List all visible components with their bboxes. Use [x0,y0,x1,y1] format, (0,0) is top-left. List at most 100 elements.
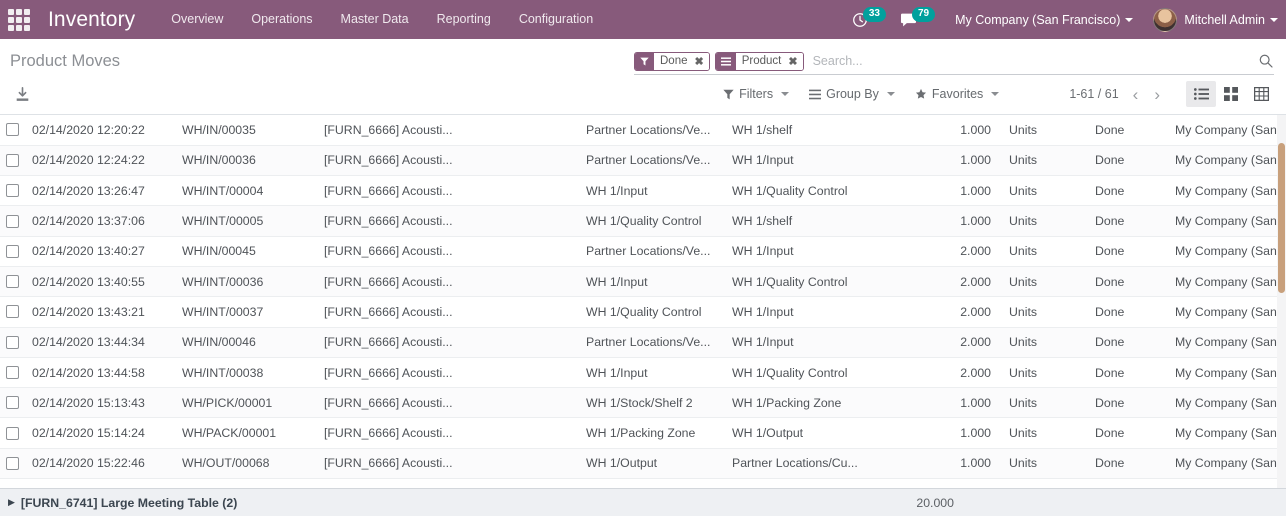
table-cell-reference: WH/OUT/00068 [176,448,318,480]
row-checkbox-cell[interactable] [0,357,28,389]
apps-menu-button[interactable] [0,0,38,39]
company-selector[interactable]: My Company (San Francisco) [941,13,1141,27]
table-row[interactable]: 02/14/2020 13:26:47 WH/INT/00004 [FURN_666… [0,175,1286,207]
app-brand-inventory[interactable]: Inventory [48,8,135,32]
table-row[interactable]: 02/14/2020 13:40:27 WH/IN/00045 [FURN_6666… [0,236,1286,267]
row-checkbox[interactable] [6,123,19,137]
table-cell-reference: WH/IN/00046 [176,327,318,358]
row-checkbox-cell[interactable] [0,115,28,146]
view-switcher [1186,81,1276,107]
remove-facet-done-icon[interactable]: ✖ [691,52,709,70]
group-row-large-meeting-table[interactable]: ▶ [FURN_6741] Large Meeting Table (2) 20… [0,488,1286,516]
row-checkbox[interactable] [6,244,19,258]
user-menu[interactable]: Mitchell Admin [1184,13,1278,27]
table-cell-company: My Company (San ... [1169,387,1286,419]
pivot-view-icon [1253,87,1269,101]
chevron-down-icon [1270,18,1278,23]
control-panel-top: Product Moves Done ✖ Product ✖ [0,39,1286,75]
row-checkbox[interactable] [6,366,19,380]
row-checkbox-cell[interactable] [0,266,28,298]
row-checkbox-cell[interactable] [0,417,28,449]
product-moves-table: 02/14/2020 12:20:22 WH/IN/00035 [FURN_6666… [0,115,1286,480]
avatar[interactable] [1153,7,1178,32]
row-checkbox[interactable] [6,335,19,349]
table-row[interactable]: 02/14/2020 13:44:34 WH/IN/00046 [FURN_6666… [0,327,1286,358]
pager-next-button[interactable]: › [1146,86,1168,103]
remove-facet-product-icon[interactable]: ✖ [785,52,803,70]
view-switch-pivot[interactable] [1246,81,1276,107]
table-cell-date: 02/14/2020 13:44:58 [28,357,176,389]
table-cell-product: [FURN_6666] Acousti... [318,296,580,328]
row-checkbox[interactable] [6,184,19,198]
row-checkbox-cell[interactable] [0,175,28,207]
table-row[interactable]: 02/14/2020 15:13:43 WH/PICK/00001 [FURN_66… [0,387,1286,419]
row-checkbox-cell[interactable] [0,448,28,480]
row-checkbox-cell[interactable] [0,145,28,177]
row-checkbox-cell[interactable] [0,296,28,328]
search-input[interactable] [808,54,1248,68]
group-by-icon [809,89,822,99]
table-row[interactable]: 02/14/2020 15:14:24 WH/PACK/00001 [FURN_66… [0,417,1286,449]
table-row[interactable]: 02/14/2020 15:22:46 WH/OUT/00068 [FURN_666… [0,448,1286,480]
download-icon[interactable] [10,84,35,105]
search-facet-done[interactable]: Done ✖ [634,51,710,71]
table-cell-to-location: WH 1/shelf [726,115,911,146]
table-cell-product: [FURN_6666] Acousti... [318,115,580,146]
breadcrumb[interactable]: Product Moves [10,51,120,71]
table-cell-quantity: 1.000 [911,205,1003,237]
table-row[interactable]: 02/14/2020 12:20:22 WH/IN/00035 [FURN_6666… [0,115,1286,146]
table-cell-uom: Units [1003,205,1089,237]
groupby-dropdown[interactable]: Group By [799,85,905,103]
row-checkbox[interactable] [6,214,19,228]
table-body: 02/14/2020 12:20:22 WH/IN/00035 [FURN_6666… [0,115,1286,480]
expand-group-caret-icon[interactable]: ▶ [6,498,21,507]
row-checkbox-cell[interactable] [0,205,28,237]
favorites-dropdown[interactable]: Favorites [905,85,1009,103]
table-cell-uom: Units [1003,175,1089,207]
row-checkbox-cell[interactable] [0,236,28,267]
table-row[interactable]: 02/14/2020 12:24:22 WH/IN/00036 [FURN_6666… [0,145,1286,177]
row-checkbox[interactable] [6,275,19,289]
row-checkbox[interactable] [6,426,19,440]
menu-item-master-data[interactable]: Master Data [327,0,423,39]
menu-item-configuration[interactable]: Configuration [505,0,607,39]
row-checkbox[interactable] [6,153,19,167]
pager-previous-button[interactable]: ‹ [1125,86,1147,103]
table-cell-quantity: 1.000 [911,145,1003,177]
activities-button[interactable]: 33 [844,0,892,39]
vertical-scrollbar[interactable] [1277,115,1286,488]
row-checkbox[interactable] [6,456,19,470]
table-cell-company: My Company (San ... [1169,145,1286,177]
row-checkbox-cell[interactable] [0,387,28,419]
table-cell-from-location: WH 1/Packing Zone [580,417,726,449]
table-row[interactable]: 02/14/2020 13:43:21 WH/INT/00037 [FURN_666… [0,296,1286,328]
filters-dropdown[interactable]: Filters [713,85,799,103]
row-checkbox[interactable] [6,305,19,319]
table-cell-product: [FURN_6666] Acousti... [318,145,580,177]
table-row[interactable]: 02/14/2020 13:37:06 WH/INT/00005 [FURN_666… [0,205,1286,237]
pager-and-views: 1-61 / 61 ‹ › [1069,81,1276,107]
messages-button[interactable]: 79 [892,0,941,39]
table-row[interactable]: 02/14/2020 13:44:58 WH/INT/00038 [FURN_666… [0,357,1286,389]
search-facet-product[interactable]: Product ✖ [714,51,804,71]
table-row[interactable]: 02/14/2020 13:40:55 WH/INT/00036 [FURN_666… [0,266,1286,298]
table-cell-product: [FURN_6666] Acousti... [318,266,580,298]
menu-item-overview[interactable]: Overview [157,0,237,39]
menu-item-reporting[interactable]: Reporting [423,0,505,39]
favorites-label: Favorites [931,87,984,101]
table-cell-date: 02/14/2020 13:37:06 [28,205,176,237]
search-icon[interactable] [1248,53,1274,69]
table-cell-quantity: 2.000 [911,327,1003,358]
view-switch-list[interactable] [1186,81,1216,107]
product-moves-table-container: 02/14/2020 12:20:22 WH/IN/00035 [FURN_6666… [0,115,1286,488]
table-cell-to-location: WH 1/Input [726,145,911,177]
row-checkbox-cell[interactable] [0,327,28,358]
row-checkbox[interactable] [6,396,19,410]
table-cell-status: Done [1089,296,1169,328]
table-cell-date: 02/14/2020 13:44:34 [28,327,176,358]
vertical-scrollbar-thumb[interactable] [1278,143,1285,293]
view-switch-kanban[interactable] [1216,81,1246,107]
table-cell-product: [FURN_6666] Acousti... [318,387,580,419]
table-cell-company: My Company (San ... [1169,448,1286,480]
menu-item-operations[interactable]: Operations [237,0,326,39]
